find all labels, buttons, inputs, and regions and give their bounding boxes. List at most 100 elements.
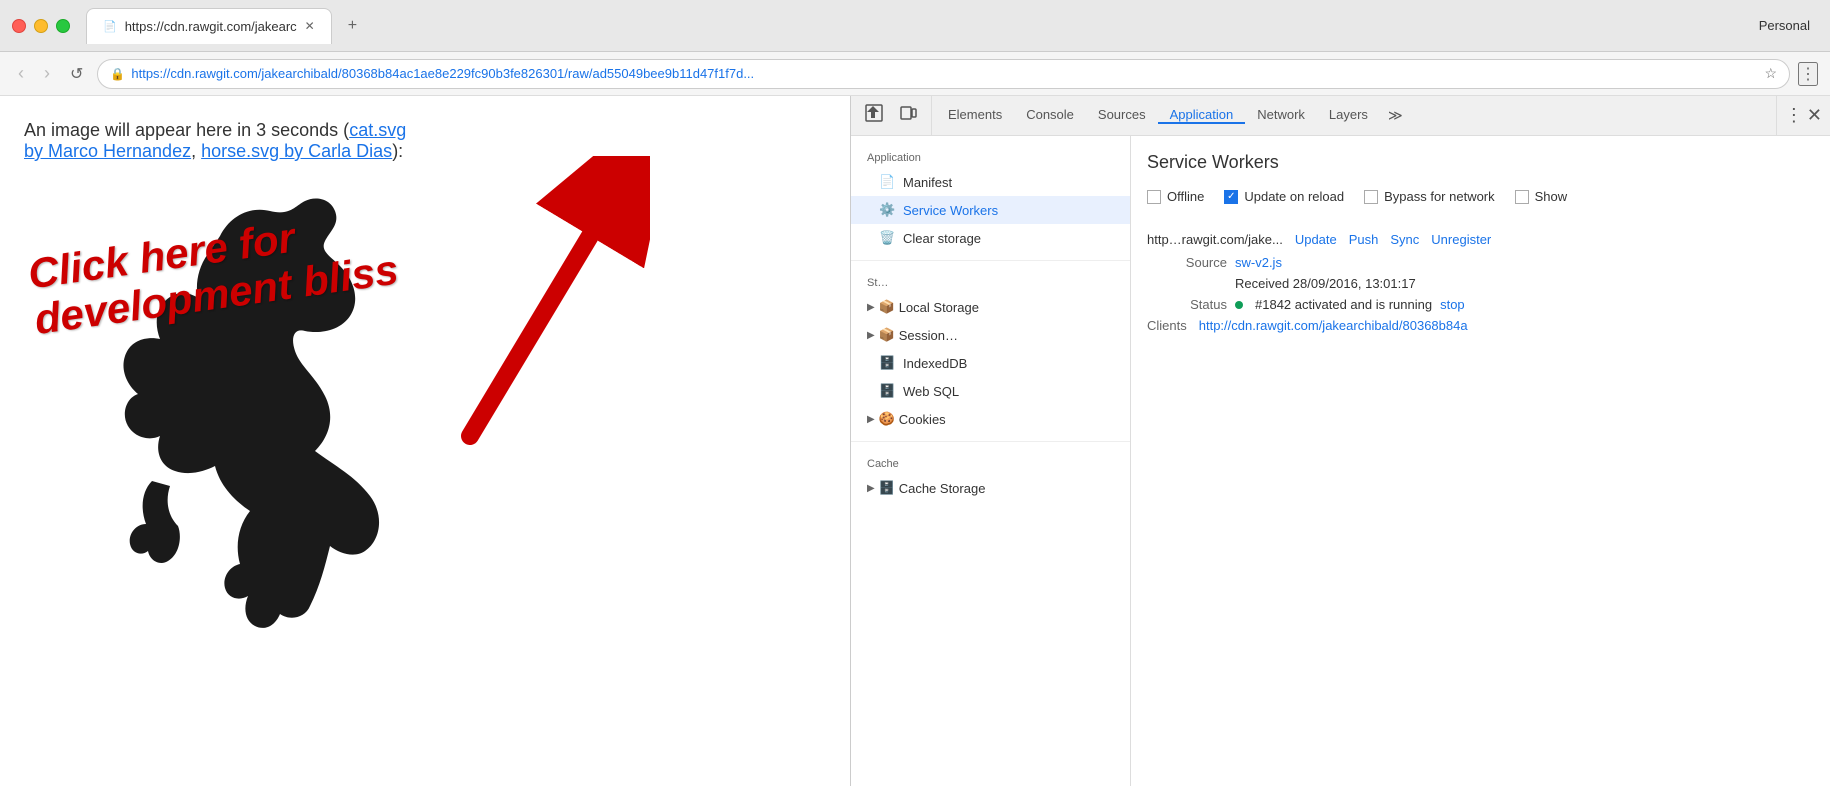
sidebar-item-indexeddb-label: IndexedDB <box>903 356 967 371</box>
clients-label: Clients <box>1147 318 1187 333</box>
update-on-reload-label: Update on reload <box>1244 189 1344 204</box>
sidebar-item-manifest[interactable]: 📄 Manifest <box>851 168 1130 196</box>
sw-unregister-link[interactable]: Unregister <box>1431 232 1491 247</box>
tab-bar: 📄 https://cdn.rawgit.com/jakearc ✕ + <box>86 8 1759 44</box>
minimize-button[interactable] <box>34 19 48 33</box>
show-label: Show <box>1535 189 1568 204</box>
sidebar-item-indexeddb[interactable]: 🗄️ IndexedDB <box>851 349 1130 377</box>
sidebar-divider-2 <box>851 441 1130 442</box>
browser-window: 📄 https://cdn.rawgit.com/jakearc ✕ + Per… <box>0 0 1830 786</box>
indexeddb-icon: 🗄️ <box>879 355 895 371</box>
sidebar-item-session-storage[interactable]: ▶ 📦 Session… <box>851 321 1130 349</box>
bypass-for-network-label: Bypass for network <box>1384 189 1495 204</box>
tab-layers[interactable]: Layers <box>1317 107 1380 124</box>
devtools-close-button[interactable]: ✕ <box>1807 105 1822 126</box>
inspect-element-button[interactable] <box>859 100 889 131</box>
offline-checkbox[interactable] <box>1147 190 1161 204</box>
profile-label: Personal <box>1759 18 1818 33</box>
url-text: https://cdn.rawgit.com/jakearchibald/803… <box>131 66 1758 81</box>
expand-arrow-session: ▶ <box>867 330 875 341</box>
tab-elements[interactable]: Elements <box>936 107 1014 124</box>
sidebar-section-cache: Cache <box>851 450 1130 474</box>
devtools-panel: Elements Console Sources Application Net… <box>850 96 1830 786</box>
tab-network[interactable]: Network <box>1245 107 1317 124</box>
new-tab-button[interactable]: + <box>340 13 365 39</box>
page-content: An image will appear here in 3 seconds (… <box>0 96 850 786</box>
sw-stop-link[interactable]: stop <box>1440 297 1465 312</box>
service-workers-panel: Service Workers Offline Update on reload <box>1131 136 1830 786</box>
sw-sync-link[interactable]: Sync <box>1390 232 1419 247</box>
sidebar-item-cache-storage[interactable]: ▶ 🗄️ Cache Storage <box>851 474 1130 502</box>
sidebar-item-clear-storage[interactable]: 🗑️ Clear storage <box>851 224 1130 252</box>
local-storage-icon: 📦 <box>879 299 895 315</box>
sidebar-item-local-storage[interactable]: ▶ 📦 Local Storage <box>851 293 1130 321</box>
update-on-reload-checkbox-group: Update on reload <box>1224 189 1344 204</box>
sw-push-link[interactable]: Push <box>1349 232 1379 247</box>
offline-label: Offline <box>1167 189 1204 204</box>
clear-storage-icon: 🗑️ <box>879 230 895 246</box>
devtools-action-group: ⋮ ✕ <box>1776 96 1830 135</box>
tab-title: https://cdn.rawgit.com/jakearc <box>125 19 297 34</box>
status-dot <box>1235 301 1243 309</box>
devtools-sidebar: Application 📄 Manifest ⚙️ Service Worker… <box>851 136 1131 786</box>
sw-status-row: Status #1842 activated and is running st… <box>1147 297 1814 312</box>
bypass-for-network-checkbox[interactable] <box>1364 190 1378 204</box>
tab-console[interactable]: Console <box>1014 107 1086 124</box>
sidebar-item-cache-storage-label: Cache Storage <box>899 481 986 496</box>
source-label: Source <box>1147 255 1227 270</box>
main-content: An image will appear here in 3 seconds (… <box>0 96 1830 786</box>
sw-controls: Offline Update on reload Bypass for netw… <box>1147 189 1814 204</box>
status-label: Status <box>1147 297 1227 312</box>
address-bar[interactable]: 🔒 https://cdn.rawgit.com/jakearchibald/8… <box>97 59 1790 89</box>
secure-icon: 🔒 <box>110 67 125 81</box>
expand-arrow-local: ▶ <box>867 302 875 313</box>
sw-received-row: Received 28/09/2016, 13:01:17 <box>1147 276 1814 291</box>
devtools-body: Application 📄 Manifest ⚙️ Service Worker… <box>851 136 1830 786</box>
panel-title: Service Workers <box>1147 152 1814 173</box>
tab-application[interactable]: Application <box>1158 107 1246 124</box>
close-button[interactable] <box>12 19 26 33</box>
expand-arrow-cookies: ▶ <box>867 414 875 425</box>
sw-client-url[interactable]: http://cdn.rawgit.com/jakearchibald/8036… <box>1199 318 1468 333</box>
sidebar-item-clear-label: Clear storage <box>903 231 981 246</box>
horse-image <box>20 156 540 641</box>
sw-received-value: Received 28/09/2016, 13:01:17 <box>1235 276 1416 291</box>
sidebar-item-manifest-label: Manifest <box>903 175 952 190</box>
traffic-lights <box>12 19 70 33</box>
show-checkbox-group: Show <box>1515 189 1568 204</box>
browser-tab[interactable]: 📄 https://cdn.rawgit.com/jakearc ✕ <box>86 8 332 44</box>
sidebar-section-application: Application <box>851 144 1130 168</box>
devtools-toolbar: Elements Console Sources Application Net… <box>851 96 1830 136</box>
more-tabs-button[interactable]: ≫ <box>1380 107 1411 124</box>
sidebar-item-web-sql-label: Web SQL <box>903 384 959 399</box>
session-storage-icon: 📦 <box>879 327 895 343</box>
tab-close-button[interactable]: ✕ <box>305 19 315 33</box>
reload-button[interactable]: ↺ <box>64 60 89 88</box>
nav-bar: ‹ › ↺ 🔒 https://cdn.rawgit.com/jakearchi… <box>0 52 1830 96</box>
sw-update-link[interactable]: Update <box>1295 232 1337 247</box>
bookmark-icon[interactable]: ☆ <box>1764 65 1777 82</box>
sidebar-item-web-sql[interactable]: 🗄️ Web SQL <box>851 377 1130 405</box>
update-on-reload-checkbox[interactable] <box>1224 190 1238 204</box>
manifest-icon: 📄 <box>879 174 895 190</box>
intro-text-1: An image will appear here in 3 seconds ( <box>24 120 349 140</box>
browser-menu-button[interactable]: ⋮ <box>1798 62 1818 86</box>
devtools-tabs: Elements Console Sources Application Net… <box>932 107 1776 124</box>
device-toolbar-button[interactable] <box>893 100 923 131</box>
show-checkbox[interactable] <box>1515 190 1529 204</box>
sidebar-item-service-workers[interactable]: ⚙️ Service Workers <box>851 196 1130 224</box>
sidebar-item-cookies[interactable]: ▶ 🍪 Cookies <box>851 405 1130 433</box>
service-workers-icon: ⚙️ <box>879 202 895 218</box>
sw-status-value: #1842 activated and is running <box>1255 297 1432 312</box>
sw-url-row: http…rawgit.com/jake... Update Push Sync… <box>1147 232 1814 247</box>
sw-source-link[interactable]: sw-v2.js <box>1235 255 1282 270</box>
title-bar: 📄 https://cdn.rawgit.com/jakearc ✕ + Per… <box>0 0 1830 52</box>
devtools-more-options[interactable]: ⋮ <box>1785 105 1803 126</box>
maximize-button[interactable] <box>56 19 70 33</box>
bypass-for-network-checkbox-group: Bypass for network <box>1364 189 1495 204</box>
tab-sources[interactable]: Sources <box>1086 107 1158 124</box>
forward-button[interactable]: › <box>38 59 56 88</box>
sidebar-section-storage: St… <box>851 269 1130 293</box>
sidebar-item-session-storage-label: Session… <box>899 328 958 343</box>
back-button[interactable]: ‹ <box>12 59 30 88</box>
